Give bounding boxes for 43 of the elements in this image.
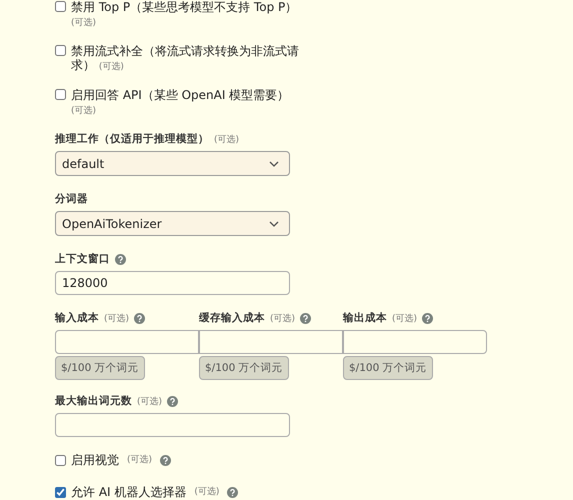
unit-badge: $/100 万个词元 — [199, 356, 289, 380]
checkbox[interactable] — [55, 486, 66, 498]
checkbox-label: 允许 AI 机器人选择器 — [71, 485, 186, 499]
optional-note: (可选) — [137, 396, 162, 408]
field-label: 输出成本 — [343, 311, 387, 325]
checkbox[interactable] — [55, 454, 66, 466]
optional-note: (可选) — [104, 312, 130, 324]
input-field[interactable] — [55, 330, 199, 354]
help-icon[interactable] — [134, 312, 146, 324]
help-icon[interactable] — [227, 486, 238, 498]
field-label: 分词器 — [55, 192, 88, 206]
checkbox-label: 禁用 Top P（某些思考模型不支持 Top P） (可选) — [71, 0, 298, 30]
field-label: 输入成本 — [55, 311, 99, 325]
chevron-down-icon — [269, 160, 279, 166]
field-label: 上下文窗口 — [55, 252, 110, 266]
select-field[interactable]: default — [55, 151, 290, 176]
checkbox-label: 启用回答 API（某些 OpenAI 模型需要） (可选) — [71, 88, 290, 118]
unit-badge: $/100 万个词元 — [343, 356, 433, 380]
field-label: 推理工作（仅适用于推理模型） — [55, 132, 209, 146]
chevron-down-icon — [269, 220, 279, 226]
help-icon[interactable] — [160, 454, 172, 466]
input-field[interactable]: 128000 — [55, 271, 290, 295]
checkbox-label: 启用视觉 — [71, 453, 119, 467]
field-label: 缓存输入成本 — [199, 311, 265, 325]
help-icon[interactable] — [422, 312, 434, 324]
input-field[interactable] — [199, 330, 343, 354]
input-field[interactable] — [55, 413, 290, 437]
optional-note: (可选) — [392, 312, 418, 324]
checkbox[interactable] — [55, 1, 66, 12]
optional-note: (可选) — [194, 486, 220, 499]
checkbox-label: 禁用流式补全（将流式请求转换为非流式请求） (可选) — [71, 44, 300, 74]
optional-note: (可选) — [270, 312, 296, 324]
input-field[interactable] — [343, 330, 487, 354]
optional-note: (可选) — [214, 134, 240, 146]
checkbox[interactable] — [55, 89, 66, 100]
select-field[interactable]: OpenAiTokenizer — [55, 211, 290, 236]
optional-note: (可选) — [127, 454, 152, 467]
unit-badge: $/100 万个词元 — [55, 356, 145, 380]
help-icon[interactable] — [167, 396, 178, 406]
help-icon[interactable] — [115, 254, 126, 264]
help-icon[interactable] — [300, 312, 312, 324]
checkbox[interactable] — [55, 45, 66, 56]
field-label: 最大输出词元数 — [55, 394, 132, 408]
